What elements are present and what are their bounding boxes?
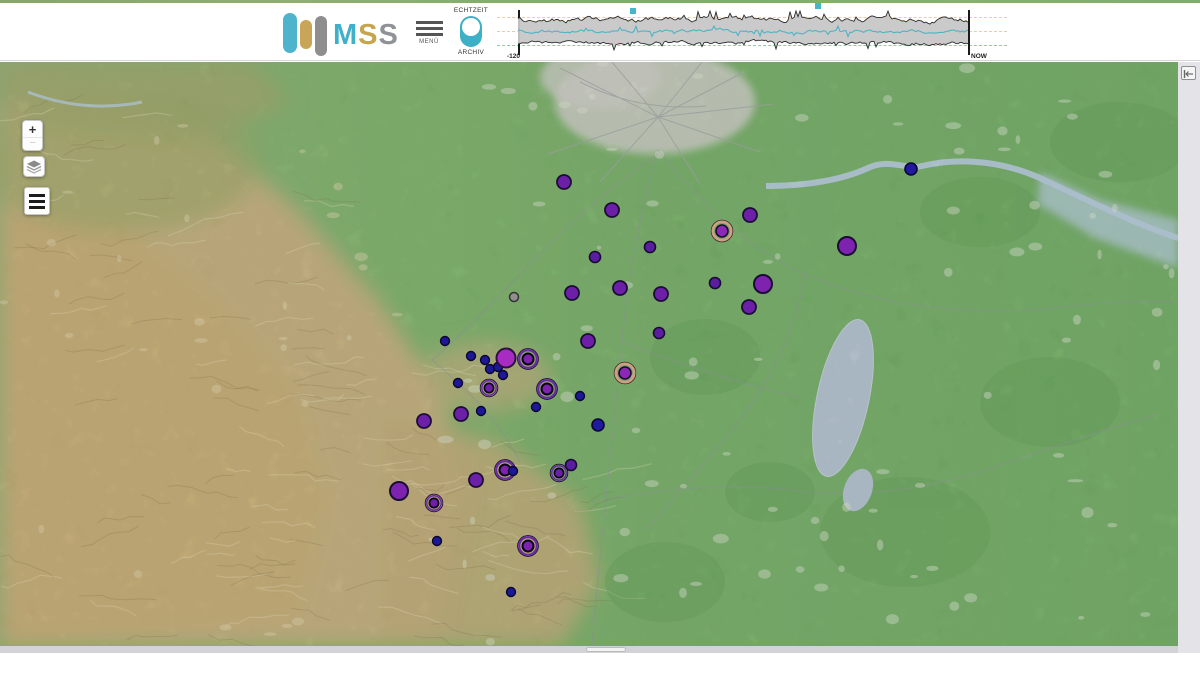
station-dot[interactable] xyxy=(581,334,595,348)
station-dot[interactable] xyxy=(605,203,619,217)
menu-button[interactable]: MENÜ xyxy=(414,21,444,49)
station-dot[interactable] xyxy=(743,208,757,222)
seismogram-timeline[interactable]: -120 NOW xyxy=(497,3,1012,61)
station-dot[interactable] xyxy=(754,275,772,293)
station-dot[interactable] xyxy=(454,379,463,388)
logo-letter: S xyxy=(358,19,378,51)
station-dot[interactable] xyxy=(542,384,553,395)
station-dot[interactable] xyxy=(716,225,728,237)
map-area: + − xyxy=(0,62,1178,646)
map-menu-button[interactable] xyxy=(24,187,50,215)
right-panel-collapsed xyxy=(1178,62,1200,653)
station-dot[interactable] xyxy=(592,419,604,431)
zoom-in-button[interactable]: + xyxy=(23,121,42,138)
station-dot[interactable] xyxy=(469,473,483,487)
logo-letter: M xyxy=(333,19,358,51)
station-dot[interactable] xyxy=(481,356,490,365)
station-dot[interactable] xyxy=(645,242,656,253)
station-dot[interactable] xyxy=(590,252,601,263)
station-dot[interactable] xyxy=(565,286,579,300)
station-dot[interactable] xyxy=(838,237,856,255)
collapse-arrow-left-icon xyxy=(1183,69,1194,79)
zoom-control: + − xyxy=(22,120,43,151)
station-dot[interactable] xyxy=(510,293,519,302)
station-dot[interactable] xyxy=(477,407,486,416)
menu-label: MENÜ xyxy=(414,39,444,45)
timeline-axis-now xyxy=(968,10,970,55)
realtime-archive-switch[interactable] xyxy=(460,16,482,47)
zoom-out-button[interactable]: − xyxy=(23,138,42,150)
station-dot[interactable] xyxy=(905,163,917,175)
hamburger-icon xyxy=(414,21,444,36)
station-dot[interactable] xyxy=(654,328,665,339)
horizontal-scrollbar[interactable] xyxy=(0,646,1178,653)
station-dot[interactable] xyxy=(509,467,518,476)
mode-toggle: ECHTZEIT ARCHIV xyxy=(444,7,498,61)
layers-button[interactable] xyxy=(23,156,45,177)
station-dot[interactable] xyxy=(417,414,431,428)
station-dot[interactable] xyxy=(654,287,668,301)
archive-label: ARCHIV xyxy=(444,49,498,56)
hamburger-bold-icon xyxy=(25,194,49,209)
timeline-start-label: -120 xyxy=(507,53,520,60)
station-dot[interactable] xyxy=(497,349,516,368)
event-marker[interactable] xyxy=(815,3,821,9)
station-dot[interactable] xyxy=(429,498,438,507)
station-dot[interactable] xyxy=(523,354,534,365)
texture-light xyxy=(0,62,1178,646)
expand-panel-button[interactable] xyxy=(1181,66,1196,80)
station-dot[interactable] xyxy=(523,541,534,552)
toggle-knob[interactable] xyxy=(462,18,480,36)
station-dot[interactable] xyxy=(742,300,756,314)
realtime-label: ECHTZEIT xyxy=(444,7,498,14)
station-dot[interactable] xyxy=(467,352,476,361)
station-dot[interactable] xyxy=(619,367,631,379)
app-logo: MSS xyxy=(283,10,403,58)
logo-letter: S xyxy=(379,19,399,51)
logo-bar-gray xyxy=(315,16,327,56)
station-dot[interactable] xyxy=(576,392,585,401)
station-dot[interactable] xyxy=(454,407,468,421)
event-marker[interactable] xyxy=(630,8,636,14)
station-dot[interactable] xyxy=(554,468,563,477)
station-dot[interactable] xyxy=(710,278,721,289)
station-dot[interactable] xyxy=(390,482,408,500)
app-header: MSS MENÜ ECHTZEIT ARCHIV xyxy=(0,3,1200,61)
timeline-now-label: NOW xyxy=(971,53,987,60)
scrollbar-thumb[interactable] xyxy=(586,647,626,652)
station-dot[interactable] xyxy=(499,371,508,380)
logo-text: MSS xyxy=(333,19,399,52)
station-dot[interactable] xyxy=(532,403,541,412)
station-dot[interactable] xyxy=(613,281,627,295)
station-dot[interactable] xyxy=(433,537,442,546)
station-dot[interactable] xyxy=(566,460,577,471)
station-dot[interactable] xyxy=(484,383,493,392)
station-dot[interactable] xyxy=(441,337,450,346)
logo-bar-gold xyxy=(300,20,312,49)
station-dot[interactable] xyxy=(557,175,571,189)
waveform-plot xyxy=(518,8,968,54)
app-window: MSS MENÜ ECHTZEIT ARCHIV xyxy=(0,0,1200,675)
layers-icon xyxy=(26,160,42,174)
terrain-map[interactable] xyxy=(0,62,1178,646)
station-dot[interactable] xyxy=(507,588,516,597)
logo-bar-teal xyxy=(283,13,297,53)
